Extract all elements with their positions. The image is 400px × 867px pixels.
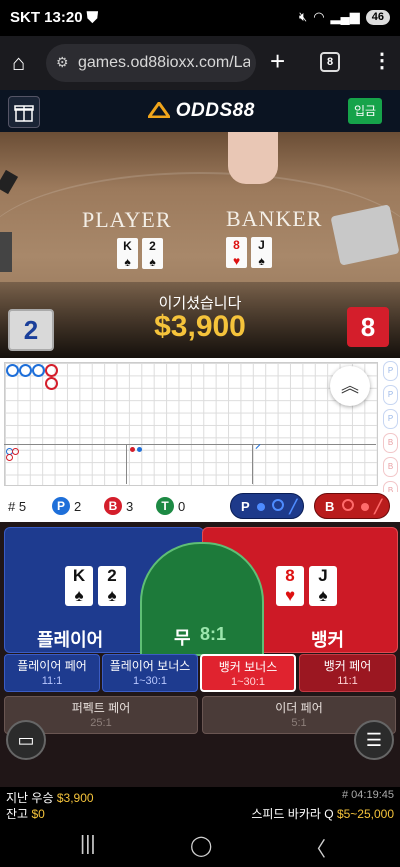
player-count-badge: P	[52, 497, 70, 515]
banker-count-badge: B	[104, 497, 122, 515]
last-win: 지난 우승 $3,900	[6, 791, 94, 805]
mute-icon: 🔇︎	[298, 9, 308, 24]
banker-bet-card-2: J ♠	[309, 566, 337, 606]
roadmap-divider	[4, 444, 376, 445]
signal-icon: ▂▄▆	[330, 9, 360, 24]
menu-button[interactable]: ☰	[354, 720, 394, 760]
chat-button[interactable]: ▭	[6, 720, 46, 760]
player-card-2: 2 ♠	[142, 238, 163, 269]
predict-slash-icon: ╱	[289, 499, 298, 514]
banker-pair-bet[interactable]: 뱅커 페어 11:1	[299, 654, 396, 692]
banker-score: 8	[347, 307, 389, 347]
chevron-up-icon: ︽	[341, 376, 359, 396]
new-tab-icon[interactable]: +	[270, 46, 285, 77]
card-shoe	[0, 169, 19, 195]
browser-toolbar: ⌂ ⚙ games.od88ioxx.com/Laun + 8 ⋮	[0, 36, 400, 90]
road-banker-mark	[45, 377, 58, 390]
road-player-mark	[6, 364, 19, 377]
road-player-mark	[32, 364, 45, 377]
tab-switcher-button[interactable]: 8	[320, 52, 340, 72]
status-time: SKT 13:20 ⛊	[10, 9, 98, 26]
live-table-video: PLAYER BANKER K ♠ 2 ♠ 8 ♥ J ♠ 이기셨습니다 $3,900 …	[0, 132, 400, 358]
banker-predict-button[interactable]: B ╱	[314, 493, 390, 519]
banker-label: BANKER	[226, 206, 323, 231]
brand-logo: ODDS88	[146, 100, 255, 122]
dealer-hands	[228, 132, 278, 184]
player-label: PLAYER	[82, 207, 172, 232]
roadmap-divider-v2	[252, 444, 253, 484]
table-edge-left	[0, 232, 12, 272]
game-header: ODDS88 입금	[0, 90, 400, 132]
banker-card-1: 8 ♥	[226, 237, 247, 268]
roadmap-grid	[4, 362, 378, 486]
wifi-icon: ◠	[313, 9, 325, 24]
status-bar: SKT 13:20 ⛊ 🔇︎ ◠ ▂▄▆ 46	[0, 0, 400, 36]
round-count: # 5	[8, 499, 27, 514]
player-bet-card-1: K ♠	[65, 566, 93, 606]
player-pair-bet[interactable]: 플레이어 페어 11:1	[4, 654, 100, 692]
balance: 잔고 $0	[6, 807, 45, 821]
logo-triangle-icon	[146, 100, 172, 119]
road-small-banker	[6, 454, 13, 461]
site-settings-icon[interactable]: ⚙	[56, 54, 69, 71]
player-card-1: K ♠	[117, 238, 138, 269]
tie-bet-spot[interactable]: 무 8:1	[140, 542, 264, 656]
more-menu-icon[interactable]: ⋮	[372, 48, 392, 73]
hamburger-menu-icon: ☰	[365, 730, 383, 750]
deposit-button[interactable]: 입금	[348, 98, 382, 124]
player-bet-card-2: 2 ♠	[98, 566, 126, 606]
predict-ring-icon	[342, 499, 355, 511]
table-info: 스피드 바카라 Q $5~25,000	[251, 807, 394, 821]
road-small-banker	[12, 448, 19, 455]
address-bar[interactable]: ⚙ games.od88ioxx.com/Laun	[46, 44, 256, 82]
predict-slash-icon: ╱	[374, 499, 383, 514]
gift-icon	[14, 105, 34, 122]
predict-rail: P P P B B B	[383, 361, 398, 501]
predict-ring-icon	[271, 499, 284, 511]
url-text: games.od88ioxx.com/Laun	[78, 54, 250, 71]
home-circle-icon[interactable]: ◯	[190, 833, 212, 858]
tie-count: 0	[178, 499, 186, 514]
player-bet-label: 플레이어	[37, 630, 104, 650]
system-nav-bar: ||| ◯ 〈	[0, 823, 400, 867]
player-count: 2	[74, 499, 82, 514]
banker-bonus-bet[interactable]: 뱅커 보너스 1~30:1	[200, 654, 296, 692]
gift-button[interactable]	[8, 96, 40, 128]
banker-bet-card-1: 8 ♥	[276, 566, 304, 606]
chat-bubble-icon: ▭	[17, 730, 35, 750]
banker-card-2: J ♠	[251, 237, 272, 268]
game-footer: 지난 우승 $3,900 잔고 $0 # 04:19:45 스피드 바카라 Q …	[0, 787, 400, 823]
collapse-roadmap-button[interactable]: ︽	[330, 366, 370, 406]
banker-bet-label: 뱅커	[311, 630, 345, 650]
round-id: # 04:19:45	[342, 789, 394, 801]
predict-dot-icon	[257, 503, 266, 511]
back-icon[interactable]: 〈	[306, 833, 326, 862]
win-amount: $3,900	[154, 310, 246, 343]
tie-count-badge: T	[156, 497, 174, 515]
betting-area: K ♠ 2 ♠ 플레이어 8 ♥ J ♠ 뱅커 무 8:1 플레이어 페어 11:1 플레…	[0, 522, 400, 787]
battery-indicator: 46	[365, 9, 390, 25]
road-dot-banker	[130, 447, 135, 452]
roadmap-divider-v1	[126, 444, 127, 484]
stats-bar: # 5 P 2 B 3 T 0 P ╱ B ╱	[0, 492, 400, 522]
tie-bet-odds: 8:1	[200, 624, 227, 644]
road-player-mark	[19, 364, 32, 377]
banker-count: 3	[126, 499, 134, 514]
home-icon[interactable]: ⌂	[12, 50, 25, 76]
road-dot-player	[137, 447, 142, 452]
road-banker-mark	[45, 364, 58, 377]
player-predict-button[interactable]: P ╱	[230, 493, 304, 519]
predict-dot-icon	[360, 503, 369, 511]
player-score: 2	[8, 309, 54, 351]
shield-icon: ⛊	[86, 9, 98, 26]
player-bonus-bet[interactable]: 플레이어 보너스 1~30:1	[102, 654, 198, 692]
recent-apps-icon[interactable]: |||	[80, 833, 96, 856]
status-icons: 🔇︎ ◠ ▂▄▆ 46	[299, 9, 390, 25]
tie-bet-label: 무	[174, 628, 191, 648]
